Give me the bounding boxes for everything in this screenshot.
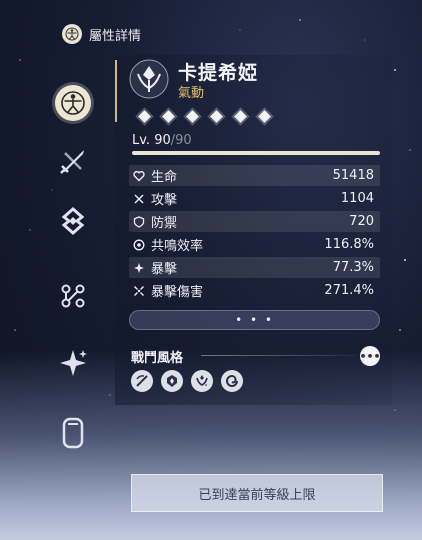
slash-icon[interactable] <box>131 370 153 392</box>
sequence-node-icon <box>162 110 175 123</box>
level-progress-bar <box>132 151 380 155</box>
stat-value: 51418 <box>332 168 374 183</box>
sequence-node-icon <box>138 110 151 123</box>
stat-row-crit-rate: 暴擊 77.3% <box>129 257 380 278</box>
stat-row-def: 防禦 720 <box>129 211 380 232</box>
element-label: 氣動 <box>178 86 205 101</box>
stat-label: 攻擊 <box>151 193 178 208</box>
stat-label: 共鳴效率 <box>151 239 204 254</box>
battle-style-icons <box>131 370 243 392</box>
chain-icon <box>57 280 89 316</box>
sequence-nodes <box>138 110 271 123</box>
stat-value: 77.3% <box>332 260 374 275</box>
card-icon <box>59 416 87 454</box>
stat-value: 271.4% <box>324 283 374 298</box>
stat-row-hp: 生命 51418 <box>129 165 380 186</box>
echo-icon <box>58 206 88 240</box>
level-display: Lv. 90/90 <box>132 133 192 148</box>
crest-icon[interactable] <box>161 370 183 392</box>
battle-style-header: 戰鬥風格 ••• <box>131 346 381 366</box>
stat-value: 720 <box>349 214 374 229</box>
stat-row-atk: 攻擊 1104 <box>129 188 380 209</box>
vitruvian-icon <box>62 24 82 44</box>
star-icon <box>133 262 145 274</box>
sidebar-item-echo[interactable] <box>48 198 98 248</box>
stat-value: 116.8% <box>324 237 374 252</box>
sidebar-item-forte[interactable] <box>48 340 98 390</box>
sparkle-icon <box>56 346 90 384</box>
battle-style-title: 戰鬥風格 <box>131 350 184 366</box>
sidebar-item-attributes[interactable] <box>48 78 98 128</box>
sidebar-item-weapon[interactable] <box>48 138 98 188</box>
shield-icon <box>133 215 145 228</box>
divider <box>201 355 356 356</box>
stat-value: 1104 <box>340 191 374 206</box>
crit-icon <box>133 285 145 297</box>
sequence-node-icon <box>258 110 271 123</box>
sword-icon <box>57 145 89 181</box>
level-value: Lv. 90 <box>132 133 171 148</box>
wind-emblem-icon[interactable] <box>191 370 213 392</box>
character-name: 卡提希婭 <box>178 62 259 84</box>
stat-label: 暴擊 <box>151 262 178 277</box>
sidebar-item-resonance-chain[interactable] <box>48 273 98 323</box>
page-header: 屬性詳情 <box>62 24 141 44</box>
stat-row-crit-dmg: 暴擊傷害 271.4% <box>129 280 380 301</box>
stat-label: 暴擊傷害 <box>151 285 204 300</box>
level-max: /90 <box>170 133 192 148</box>
character-emblem-icon <box>128 58 170 100</box>
sequence-node-icon <box>210 110 223 123</box>
sequence-node-icon <box>234 110 247 123</box>
stat-list: 生命 51418 攻擊 1104 防禦 720 共鳴效率 116.8% 暴擊 7… <box>129 165 380 303</box>
more-stats-button[interactable]: • • • <box>129 310 380 330</box>
header-accent-line <box>115 60 117 122</box>
vitruvian-icon <box>55 85 91 121</box>
sidebar-item-archive[interactable] <box>48 410 98 460</box>
more-options-button[interactable]: ••• <box>359 346 381 366</box>
stat-label: 防禦 <box>151 216 178 231</box>
level-max-button[interactable]: 已到達當前等級上限 <box>131 474 383 512</box>
page-title: 屬性詳情 <box>89 28 142 44</box>
stat-label: 生命 <box>151 170 178 185</box>
heart-icon <box>133 170 145 182</box>
swords-icon <box>133 193 145 205</box>
stat-row-energy-regen: 共鳴效率 116.8% <box>129 234 380 255</box>
swirl-icon[interactable] <box>221 370 243 392</box>
sequence-node-icon <box>186 110 199 123</box>
target-icon <box>133 239 145 251</box>
